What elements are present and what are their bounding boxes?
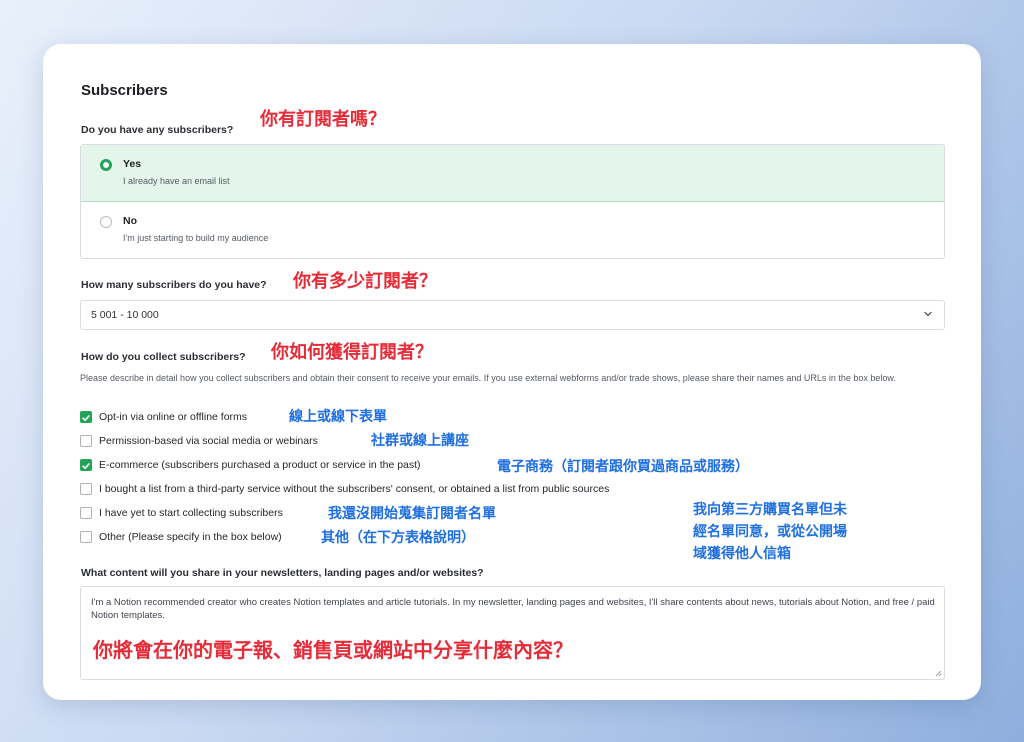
checkbox-checked-icon[interactable] <box>80 411 92 423</box>
checkbox-unchecked-icon[interactable] <box>80 531 92 543</box>
annotation-line: 經名單同意，或從公開場 <box>693 524 847 540</box>
checkbox-annotation: 社群或線上講座 <box>371 433 469 449</box>
q2-annotation: 你有多少訂閱者？ <box>293 271 437 292</box>
chevron-down-icon[interactable] <box>922 308 934 320</box>
subscriber-count-value: 5 001 - 10 000 <box>91 309 159 321</box>
checkbox-checked-icon[interactable] <box>80 459 92 471</box>
radio-option-yes[interactable]: Yes I already have an email list <box>81 145 944 202</box>
radio-yes-description: I already have an email list <box>123 176 230 186</box>
checkbox-label: Opt-in via online or offline forms <box>99 411 248 423</box>
q3-annotation: 你如何獲得訂閱者？ <box>271 342 433 363</box>
checkbox-unchecked-icon[interactable] <box>80 483 92 495</box>
q2-label: How many subscribers do you have? <box>81 279 267 291</box>
radio-option-no[interactable]: No I'm just starting to build my audienc… <box>81 202 944 258</box>
section-title: Subscribers <box>81 82 168 99</box>
radio-unselected-icon[interactable] <box>100 216 112 228</box>
content-textarea-value: I'm a Notion recommended creator who cre… <box>91 597 935 621</box>
checkbox-label: Other (Please specify in the box below) <box>99 531 282 543</box>
radio-yes-label: Yes <box>123 158 142 170</box>
checkbox-label: Permission-based via social media or web… <box>99 435 318 447</box>
q4-annotation: 你將會在你的電子報、銷售頁或網站中分享什麼內容？ <box>93 638 573 662</box>
subscriber-count-select[interactable]: 5 001 - 10 000 <box>80 300 945 330</box>
q1-annotation: 你有訂閱者嗎？ <box>260 109 386 130</box>
checkbox-annotation: 電子商務（訂閱者跟你買過商品或服務） <box>497 459 749 475</box>
checkbox-annotation: 線上或線下表單 <box>289 409 387 425</box>
checkbox-label: I have yet to start collecting subscribe… <box>99 507 283 519</box>
q3-description: Please describe in detail how you collec… <box>80 373 896 383</box>
q1-label: Do you have any subscribers? <box>81 124 234 136</box>
radio-no-description: I'm just starting to build my audience <box>123 233 269 243</box>
annotation-line: 我向第三方購買名單但未 <box>693 502 847 518</box>
subscribers-form-card: Subscribers Do you have any subscribers?… <box>43 44 981 700</box>
checkbox-annotation: 我還沒開始蒐集訂閱者名單 <box>328 506 496 522</box>
subscribers-radio-group: Yes I already have an email list No I'm … <box>80 144 945 259</box>
radio-no-label: No <box>123 215 137 227</box>
q4-label: What content will you share in your news… <box>81 567 484 579</box>
annotation-line: 域獲得他人信箱 <box>693 546 791 562</box>
content-textarea[interactable]: I'm a Notion recommended creator who cre… <box>80 586 945 680</box>
checkbox-annotation: 其他（在下方表格說明） <box>321 530 475 546</box>
checkbox-label: E-commerce (subscribers purchased a prod… <box>99 459 421 471</box>
checkbox-unchecked-icon[interactable] <box>80 507 92 519</box>
radio-selected-icon[interactable] <box>100 159 112 171</box>
resize-grip-icon[interactable] <box>934 669 942 677</box>
bought-list-annotation: 我向第三方購買名單但未 經名單同意，或從公開場 域獲得他人信箱 <box>693 499 847 565</box>
checkbox-label: I bought a list from a third-party servi… <box>99 483 610 495</box>
q3-label: How do you collect subscribers? <box>81 351 246 363</box>
checkbox-unchecked-icon[interactable] <box>80 435 92 447</box>
